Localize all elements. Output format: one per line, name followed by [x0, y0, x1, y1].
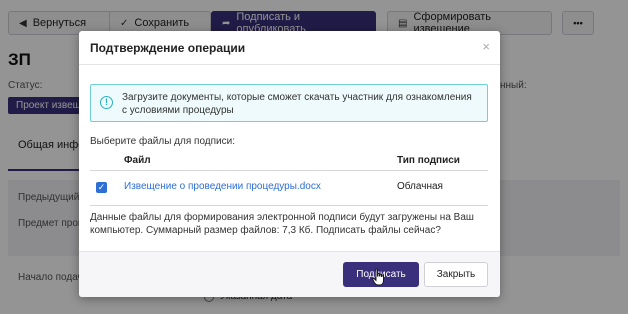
table-row: ✓ Извещение о проведении процедуры.docx … [90, 171, 488, 206]
dialog-header: Подтверждение операции × [79, 31, 500, 65]
confirm-dialog: Подтверждение операции × ! Загрузите док… [79, 31, 500, 297]
choose-files-label: Выберите файлы для подписи: [90, 136, 235, 147]
files-table: Файл Тип подписи ✓ Извещение о проведени… [90, 151, 488, 206]
file-link[interactable]: Извещение о проведении процедуры.docx [124, 181, 321, 192]
dialog-footer: Подписать Закрыть [79, 251, 500, 297]
file-checkbox[interactable]: ✓ [96, 182, 107, 193]
sign-type-value: Облачная [397, 181, 443, 192]
close-button[interactable]: Закрыть [424, 262, 488, 287]
info-alert: ! Загрузите документы, которые сможет ск… [90, 84, 488, 122]
close-icon[interactable]: × [482, 39, 490, 54]
column-header-file: Файл [124, 155, 151, 166]
hand-cursor-icon [372, 268, 384, 286]
table-header: Файл Тип подписи [90, 151, 488, 171]
info-icon: ! [100, 96, 113, 109]
info-text: Загрузите документы, которые сможет скач… [122, 92, 472, 116]
dialog-note: Данные файлы для формирования электронно… [90, 212, 474, 236]
column-header-sign-type: Тип подписи [397, 155, 460, 166]
dialog-title: Подтверждение операции [90, 41, 246, 55]
